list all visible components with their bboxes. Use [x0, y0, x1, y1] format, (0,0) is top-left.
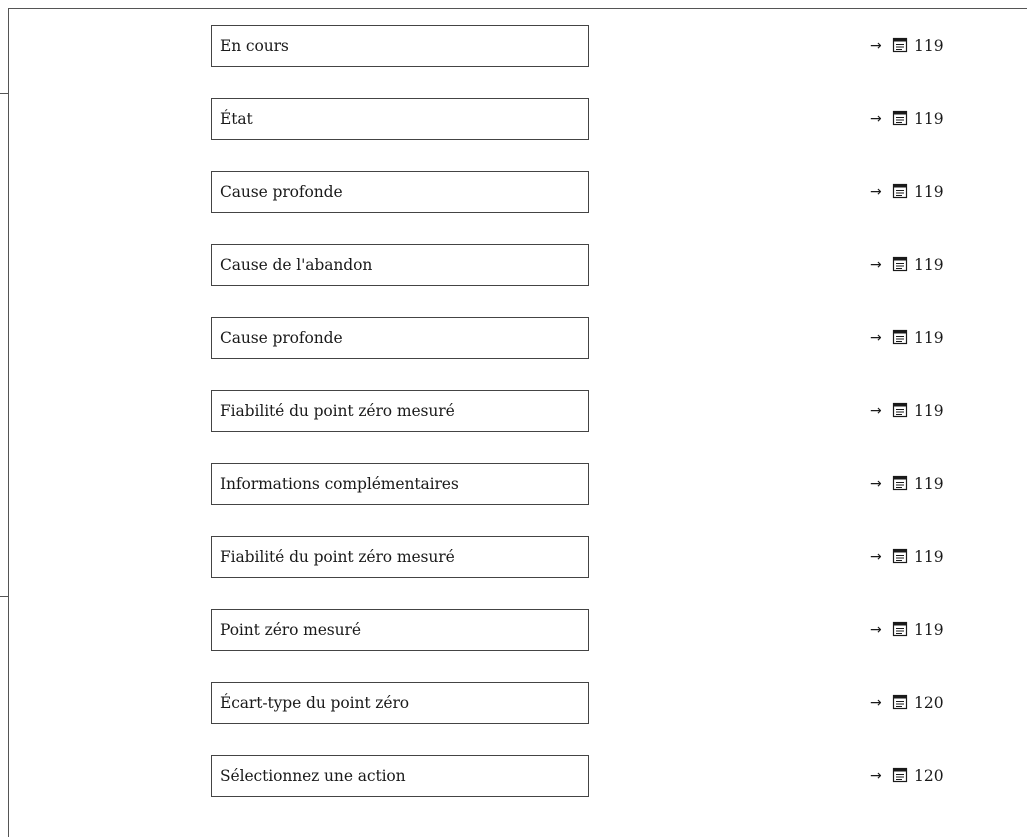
page-number: 119 [914, 37, 944, 55]
page-number: 120 [914, 767, 944, 785]
parameter-row: Informations complémentaires → 119 [0, 463, 1027, 536]
parameter-list: En cours → 119 État → 119 Cause profonde… [0, 25, 1027, 828]
parameter-name: En cours [220, 37, 289, 55]
parameter-name-box: Cause profonde [211, 317, 589, 359]
page-number: 119 [914, 621, 944, 639]
arrow-right-icon: → [870, 111, 882, 127]
page-number: 120 [914, 694, 944, 712]
arrow-right-icon: → [870, 38, 882, 54]
parameter-name-box: Sélectionnez une action [211, 755, 589, 797]
page-reference-link[interactable]: → 120 [870, 682, 944, 724]
page-number: 119 [914, 402, 944, 420]
arrow-right-icon: → [870, 695, 882, 711]
parameter-name: Fiabilité du point zéro mesuré [220, 402, 455, 420]
parameter-name: Fiabilité du point zéro mesuré [220, 548, 455, 566]
parameter-row: Cause profonde → 119 [0, 317, 1027, 390]
document-page: En cours → 119 État → 119 Cause profonde… [0, 0, 1027, 837]
parameter-row: Sélectionnez une action → 120 [0, 755, 1027, 828]
book-icon [892, 475, 908, 491]
book-icon [892, 621, 908, 637]
parameter-name: Informations complémentaires [220, 475, 459, 493]
book-icon [892, 767, 908, 783]
parameter-name: Écart-type du point zéro [220, 694, 409, 712]
parameter-name-box: En cours [211, 25, 589, 67]
parameter-row: Écart-type du point zéro → 120 [0, 682, 1027, 755]
top-border-line [8, 8, 1027, 9]
book-icon [892, 256, 908, 272]
page-reference-link[interactable]: → 119 [870, 463, 944, 505]
book-icon [892, 329, 908, 345]
parameter-row: En cours → 119 [0, 25, 1027, 98]
page-reference-link[interactable]: → 119 [870, 98, 944, 140]
parameter-name: Cause profonde [220, 183, 343, 201]
book-icon [892, 402, 908, 418]
parameter-name-box: Fiabilité du point zéro mesuré [211, 536, 589, 578]
page-number: 119 [914, 548, 944, 566]
parameter-row: Point zéro mesuré → 119 [0, 609, 1027, 682]
parameter-name: Cause de l'abandon [220, 256, 373, 274]
arrow-right-icon: → [870, 403, 882, 419]
arrow-right-icon: → [870, 257, 882, 273]
parameter-name: État [220, 110, 253, 128]
parameter-name: Cause profonde [220, 329, 343, 347]
parameter-row: État → 119 [0, 98, 1027, 171]
parameter-name-box: Informations complémentaires [211, 463, 589, 505]
book-icon [892, 37, 908, 53]
arrow-right-icon: → [870, 330, 882, 346]
arrow-right-icon: → [870, 476, 882, 492]
page-reference-link[interactable]: → 119 [870, 536, 944, 578]
book-icon [892, 183, 908, 199]
parameter-row: Cause de l'abandon → 119 [0, 244, 1027, 317]
arrow-right-icon: → [870, 622, 882, 638]
book-icon [892, 694, 908, 710]
page-number: 119 [914, 475, 944, 493]
arrow-right-icon: → [870, 768, 882, 784]
parameter-name-box: Fiabilité du point zéro mesuré [211, 390, 589, 432]
parameter-name: Sélectionnez une action [220, 767, 406, 785]
page-reference-link[interactable]: → 119 [870, 171, 944, 213]
parameter-name-box: Cause de l'abandon [211, 244, 589, 286]
page-reference-link[interactable]: → 119 [870, 244, 944, 286]
parameter-name-box: Point zéro mesuré [211, 609, 589, 651]
page-reference-link[interactable]: → 119 [870, 25, 944, 67]
parameter-name-box: Cause profonde [211, 171, 589, 213]
book-icon [892, 110, 908, 126]
parameter-name: Point zéro mesuré [220, 621, 361, 639]
parameter-name-box: Écart-type du point zéro [211, 682, 589, 724]
book-icon [892, 548, 908, 564]
parameter-row: Cause profonde → 119 [0, 171, 1027, 244]
page-number: 119 [914, 183, 944, 201]
page-number: 119 [914, 256, 944, 274]
arrow-right-icon: → [870, 184, 882, 200]
page-reference-link[interactable]: → 120 [870, 755, 944, 797]
page-reference-link[interactable]: → 119 [870, 317, 944, 359]
parameter-row: Fiabilité du point zéro mesuré → 119 [0, 390, 1027, 463]
parameter-name-box: État [211, 98, 589, 140]
parameter-row: Fiabilité du point zéro mesuré → 119 [0, 536, 1027, 609]
page-reference-link[interactable]: → 119 [870, 390, 944, 432]
arrow-right-icon: → [870, 549, 882, 565]
page-reference-link[interactable]: → 119 [870, 609, 944, 651]
page-number: 119 [914, 110, 944, 128]
page-number: 119 [914, 329, 944, 347]
